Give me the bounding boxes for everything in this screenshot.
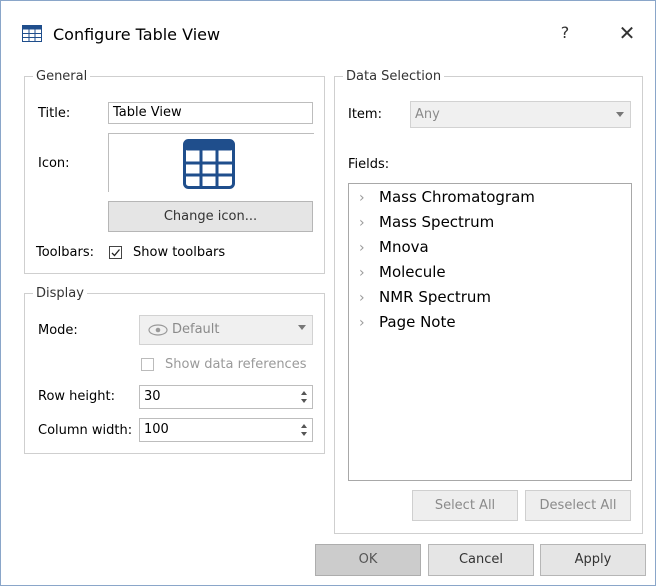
item-dropdown[interactable]: Any <box>410 101 631 128</box>
table-icon <box>22 25 42 42</box>
show-toolbars-checkbox[interactable] <box>109 246 122 259</box>
toolbars-label: Toolbars: <box>36 245 94 260</box>
ok-button[interactable]: OK <box>315 544 421 576</box>
row-height-value: 30 <box>144 389 161 404</box>
spin-down-icon[interactable] <box>301 399 307 403</box>
data-selection-group-legend: Data Selection <box>346 69 442 84</box>
configure-table-view-dialog: Configure Table View ? ✕ General Title: … <box>0 0 656 586</box>
chevron-down-icon <box>616 112 624 117</box>
item-label: Item: <box>348 107 382 122</box>
chevron-right-icon[interactable]: › <box>359 315 379 331</box>
mode-dropdown[interactable]: Default <box>139 315 313 345</box>
spin-up-icon[interactable] <box>301 424 307 428</box>
cancel-button[interactable]: Cancel <box>428 544 534 576</box>
chevron-right-icon[interactable]: › <box>359 215 379 231</box>
tree-item-label: Mass Spectrum <box>379 213 495 231</box>
row-height-label: Row height: <box>38 389 115 404</box>
tree-item[interactable]: › Mass Spectrum <box>359 213 494 235</box>
tree-item-label: Mnova <box>379 238 429 256</box>
general-group-legend: General <box>36 69 88 84</box>
select-all-button[interactable]: Select All <box>412 490 518 521</box>
show-data-references-checkbox[interactable] <box>141 358 154 371</box>
tree-item[interactable]: › Molecule <box>359 263 446 285</box>
title-input[interactable]: Table View <box>108 102 313 124</box>
title-bar: Configure Table View ? ✕ <box>1 1 655 67</box>
display-group-legend: Display <box>36 286 84 301</box>
table-icon-large <box>183 139 235 189</box>
column-width-label: Column width: <box>38 423 133 438</box>
icon-label: Icon: <box>38 156 70 171</box>
chevron-right-icon[interactable]: › <box>359 290 379 306</box>
tree-item[interactable]: › NMR Spectrum <box>359 288 491 310</box>
tree-item[interactable]: › Mnova <box>359 238 429 260</box>
item-value: Any <box>415 107 440 122</box>
show-data-references-label: Show data references <box>165 357 307 372</box>
chevron-down-icon <box>298 325 306 330</box>
fields-label: Fields: <box>348 157 390 172</box>
column-width-spinbox[interactable]: 100 <box>139 418 313 442</box>
mode-label: Mode: <box>38 323 78 338</box>
chevron-right-icon[interactable]: › <box>359 190 379 206</box>
close-button[interactable]: ✕ <box>615 21 639 45</box>
fields-tree[interactable]: › Mass Chromatogram › Mass Spectrum › Mnova… <box>348 183 632 481</box>
apply-button[interactable]: Apply <box>540 544 646 576</box>
checkmark-icon <box>111 249 120 257</box>
tree-item-label: Molecule <box>379 263 446 281</box>
help-button[interactable]: ? <box>553 23 577 42</box>
show-toolbars-label[interactable]: Show toolbars <box>133 245 225 260</box>
tree-item-label: NMR Spectrum <box>379 288 492 306</box>
spin-down-icon[interactable] <box>301 432 307 436</box>
window-title: Configure Table View <box>53 25 221 44</box>
mode-value: Default <box>172 322 220 337</box>
tree-item-label: Mass Chromatogram <box>379 188 535 206</box>
row-height-spinbox[interactable]: 30 <box>139 385 313 409</box>
chevron-right-icon[interactable]: › <box>359 265 379 281</box>
eye-icon <box>148 324 168 336</box>
tree-item[interactable]: › Mass Chromatogram <box>359 188 535 210</box>
tree-item-label: Page Note <box>379 313 456 331</box>
spin-up-icon[interactable] <box>301 391 307 395</box>
column-width-value: 100 <box>144 422 169 437</box>
change-icon-button[interactable]: Change icon... <box>108 201 313 232</box>
icon-preview <box>108 133 314 192</box>
tree-item[interactable]: › Page Note <box>359 313 456 335</box>
title-label: Title: <box>38 106 71 121</box>
chevron-right-icon[interactable]: › <box>359 240 379 256</box>
deselect-all-button[interactable]: Deselect All <box>525 490 631 521</box>
